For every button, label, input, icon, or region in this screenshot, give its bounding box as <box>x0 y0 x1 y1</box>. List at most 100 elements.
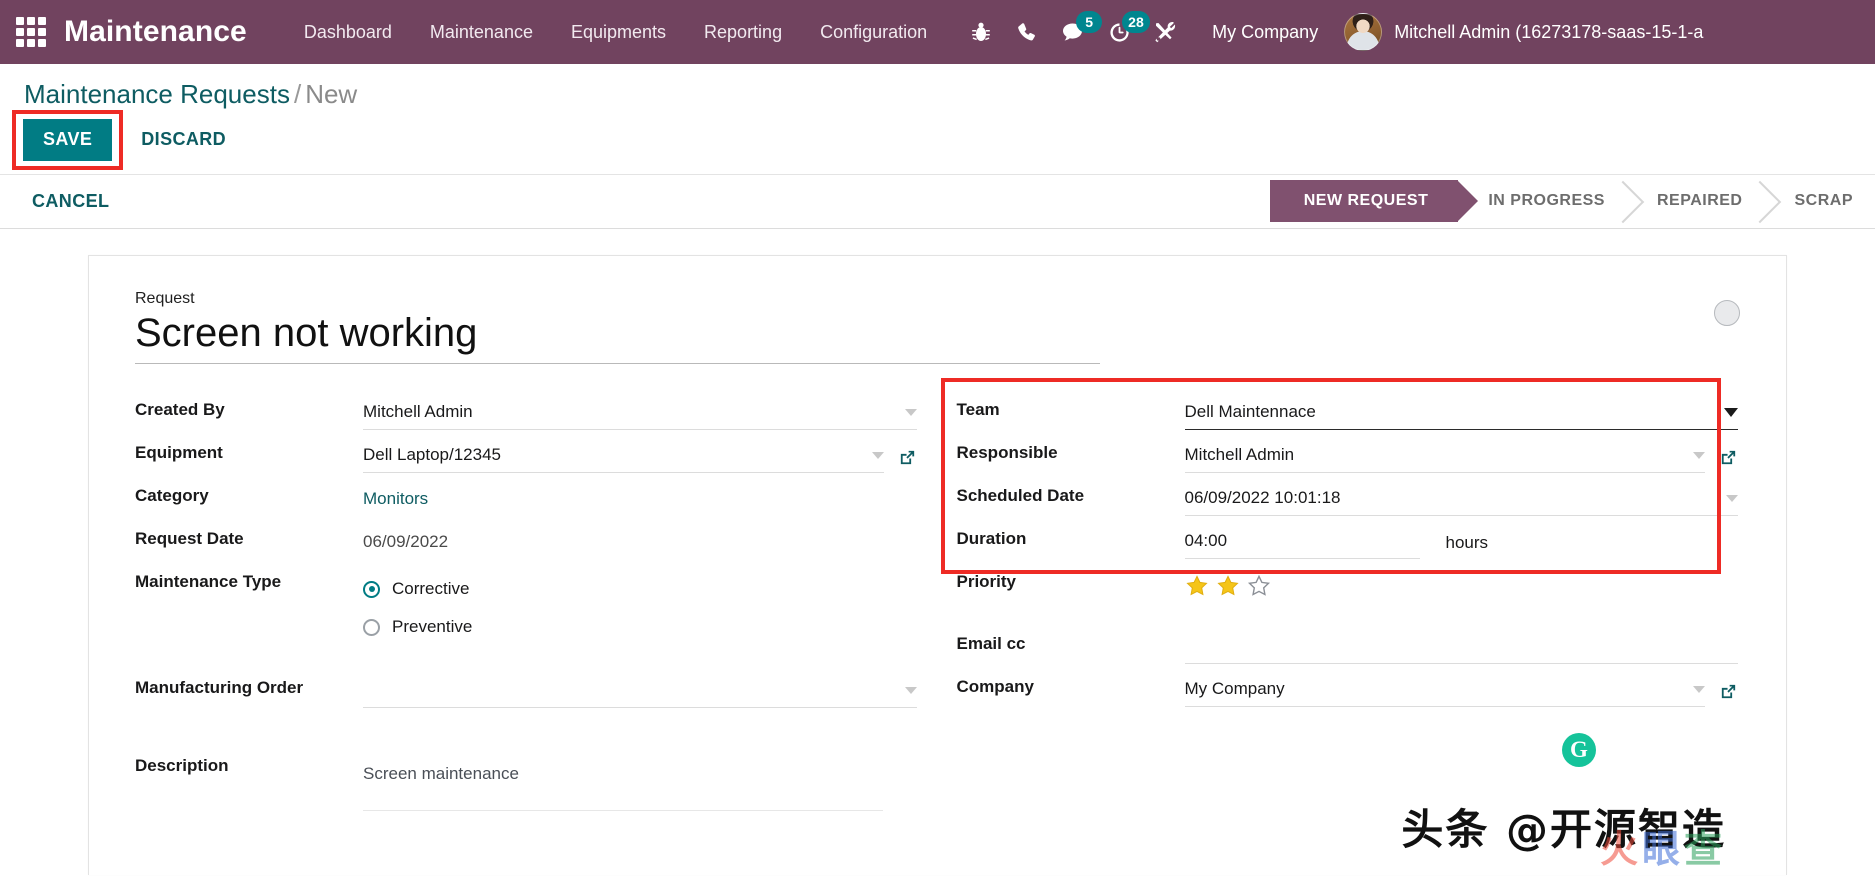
bug-icon[interactable] <box>958 0 1004 64</box>
watermark-overlay: 火眼查 <box>1600 818 1726 873</box>
maintenance-type-label: Maintenance Type <box>135 572 282 592</box>
priority-stars[interactable] <box>1185 570 1739 598</box>
request-date-value: 06/09/2022 <box>363 531 449 551</box>
star-outline-icon <box>1247 574 1270 596</box>
field-company: Company My Company <box>957 667 1739 709</box>
email-cc-label: Email cc <box>956 634 1026 654</box>
request-date-label: Request Date <box>135 529 244 549</box>
breadcrumb: Maintenance Requests / New <box>24 64 1875 116</box>
chevron-down-icon[interactable] <box>904 408 917 416</box>
chevron-down-icon[interactable] <box>1726 494 1738 502</box>
company-label: Company <box>956 677 1034 697</box>
statusbar-row: CANCEL NEW REQUEST IN PROGRESS REPAIRED … <box>0 173 1875 229</box>
watermark-overlay-char-3: 查 <box>1683 826 1726 871</box>
nav-item-reporting[interactable]: Reporting <box>685 0 801 64</box>
record-action-buttons: SAVE DISCARD <box>12 110 1875 174</box>
form-background: Request Screen not working Created By Mi… <box>0 228 1875 891</box>
field-email-cc: Email cc <box>956 624 1738 666</box>
description-input[interactable]: Screen maintenance <box>363 754 917 784</box>
save-button-highlight: SAVE <box>12 110 124 170</box>
messages-icon[interactable]: 5 <box>1050 0 1103 64</box>
grammarly-icon: G <box>1562 732 1596 767</box>
apps-grid-icon[interactable] <box>14 15 48 49</box>
priority-label: Priority <box>956 572 1017 592</box>
form-left-column: Created By Mitchell Admin Equipment Dell… <box>135 390 917 812</box>
responsible-label: Responsible <box>956 443 1058 463</box>
field-request-date: Request Date 06/09/2022 <box>135 519 917 561</box>
field-maintenance-type: Maintenance Type Corrective Preventive <box>135 562 917 646</box>
avatar <box>1344 13 1383 51</box>
star-filled-icon <box>1185 575 1208 596</box>
team-input[interactable]: Dell Maintennace <box>1185 400 1717 424</box>
nav-item-maintenance[interactable]: Maintenance <box>411 0 552 64</box>
field-equipment: Equipment Dell Laptop/12345 <box>135 433 917 475</box>
duration-unit-label: hours <box>1445 533 1489 553</box>
scheduled-date-input[interactable]: 06/09/2022 10:01:18 <box>1185 486 1719 510</box>
field-category: Category Monitors <box>135 476 917 518</box>
field-responsible: Responsible Mitchell Admin <box>957 433 1739 475</box>
top-navbar: Maintenance Dashboard Maintenance Equipm… <box>0 0 1875 64</box>
control-panel: Maintenance Requests / New SAVE DISCARD <box>0 64 1875 174</box>
form-sheet: Request Screen not working Created By Mi… <box>88 254 1787 875</box>
team-label: Team <box>956 400 1000 420</box>
created-by-input[interactable]: Mitchell Admin <box>363 400 897 424</box>
duration-input[interactable]: 04:00 <box>1185 529 1420 553</box>
internal-link-icon[interactable] <box>1719 682 1738 701</box>
stage-repaired[interactable]: REPAIRED <box>1626 180 1765 223</box>
radio-option-corrective[interactable]: Corrective <box>363 570 917 608</box>
discard-button[interactable]: DISCARD <box>141 129 226 150</box>
stage-in-progress[interactable]: IN PROGRESS <box>1458 180 1627 223</box>
scheduled-date-label: Scheduled Date <box>956 486 1085 506</box>
chevron-down-icon[interactable] <box>1693 685 1705 693</box>
form-right-column: Team Dell Maintennace Responsible Mitche… <box>940 378 1739 812</box>
description-label: Description <box>135 756 229 776</box>
radio-preventive-icon[interactable] <box>363 618 380 636</box>
field-manufacturing-order: Manufacturing Order <box>135 668 917 710</box>
nav-item-equipments[interactable]: Equipments <box>552 0 685 64</box>
radio-option-preventive[interactable]: Preventive <box>363 608 917 646</box>
watermark-overlay-char-1: 火 <box>1599 826 1642 871</box>
equipment-label: Equipment <box>135 443 223 463</box>
category-value-link[interactable]: Monitors <box>363 489 428 509</box>
breadcrumb-parent-link[interactable]: Maintenance Requests <box>24 79 290 109</box>
request-title-input[interactable]: Screen not working <box>135 310 1100 365</box>
activities-clock-icon[interactable]: 28 <box>1096 0 1150 64</box>
chevron-down-icon[interactable] <box>1693 451 1705 459</box>
user-name-label: Mitchell Admin (16273178-saas-15-1-a <box>1394 21 1704 42</box>
field-priority: Priority <box>957 562 1739 604</box>
save-button[interactable]: SAVE <box>23 119 113 161</box>
internal-link-icon[interactable] <box>898 448 917 467</box>
nav-item-dashboard[interactable]: Dashboard <box>285 0 411 64</box>
duration-label: Duration <box>956 529 1027 549</box>
app-brand-maintenance[interactable]: Maintenance <box>64 15 247 49</box>
stage-new-request[interactable]: NEW REQUEST <box>1269 180 1478 223</box>
user-menu[interactable]: Mitchell Admin (16273178-saas-15-1-a <box>1344 13 1703 51</box>
chevron-down-icon[interactable] <box>1724 407 1738 417</box>
navbar-icon-group: 5 28 <box>958 0 1188 64</box>
request-field-label: Request <box>135 289 195 307</box>
radio-preventive-label: Preventive <box>392 617 473 637</box>
tools-icon[interactable] <box>1142 0 1188 64</box>
internal-link-icon[interactable] <box>1719 448 1738 467</box>
phone-icon[interactable] <box>1004 0 1050 64</box>
description-divider <box>363 810 883 812</box>
statusbar: NEW REQUEST IN PROGRESS REPAIRED SCRAP <box>1269 180 1875 223</box>
nav-item-configuration[interactable]: Configuration <box>801 0 946 64</box>
form-columns: Created By Mitchell Admin Equipment Dell… <box>135 378 1739 812</box>
category-label: Category <box>135 486 209 506</box>
star-filled-icon <box>1216 575 1239 596</box>
chevron-down-icon[interactable] <box>904 686 917 694</box>
cancel-button[interactable]: CANCEL <box>24 185 117 218</box>
company-input[interactable]: My Company <box>1185 677 1686 701</box>
radio-corrective-label: Corrective <box>392 579 470 599</box>
kanban-state-indicator[interactable] <box>1714 299 1740 326</box>
radio-corrective-icon[interactable] <box>363 580 380 598</box>
responsible-input[interactable]: Mitchell Admin <box>1185 443 1686 467</box>
manufacturing-order-label: Manufacturing Order <box>135 678 304 698</box>
field-duration: Duration 04:00 hours <box>957 519 1739 561</box>
chevron-down-icon[interactable] <box>871 451 884 459</box>
field-team: Team Dell Maintennace <box>956 390 1738 432</box>
navbar-company-selector[interactable]: My Company <box>1188 22 1338 43</box>
equipment-input[interactable]: Dell Laptop/12345 <box>363 443 864 467</box>
watermark-overlay-char-2: 眼 <box>1641 826 1684 871</box>
